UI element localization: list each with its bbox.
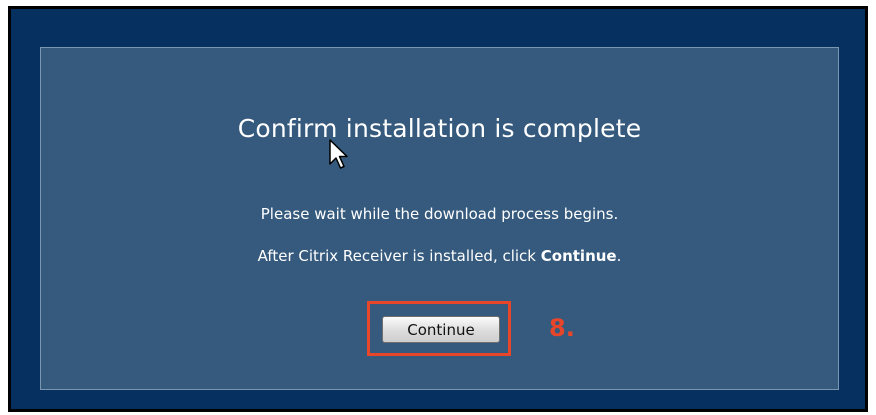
- wait-message: Please wait while the download process b…: [260, 205, 619, 223]
- mouse-pointer-icon: [329, 139, 348, 169]
- install-dialog-panel: Confirm installation is complete Please …: [40, 47, 839, 390]
- instruction-suffix: .: [616, 247, 622, 265]
- page-background: Confirm installation is complete Please …: [11, 9, 865, 409]
- continue-button[interactable]: Continue: [382, 316, 500, 343]
- screenshot-frame: Confirm installation is complete Please …: [8, 6, 868, 412]
- instruction-continue-word: Continue: [540, 247, 617, 265]
- step-number-label: 8.: [549, 314, 575, 342]
- dialog-title: Confirm installation is complete: [237, 114, 642, 143]
- instruction-prefix: After Citrix Receiver is installed, clic…: [257, 247, 541, 265]
- instruction-message: After Citrix Receiver is installed, clic…: [41, 247, 838, 265]
